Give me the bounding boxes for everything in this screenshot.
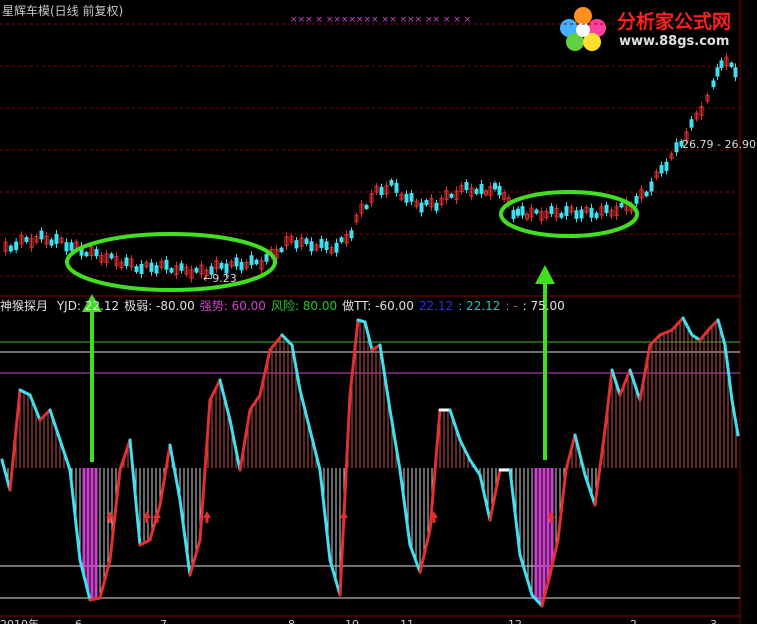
x-axis-label: 8 xyxy=(288,618,295,624)
indicator-legend: 神猴探月 YJD: 22.12 极弱: -80.00 强势: 60.00 风险: 80… xyxy=(0,297,575,313)
x-axis-label: 2010年 xyxy=(0,617,39,624)
indicator-value-4: 做TT: -60.00 xyxy=(342,299,414,313)
indicator-value-1: 极弱: -80.00 xyxy=(124,299,195,313)
annotation-arrow-right xyxy=(535,265,555,460)
indicator-value-8: : 75.00 xyxy=(522,299,565,313)
histogram-bars xyxy=(3,319,737,604)
indicator-value-6: : 22.12 xyxy=(458,299,501,313)
indicator-value-7: : - xyxy=(505,299,518,313)
indicator-name: 神猴探月 xyxy=(0,299,49,313)
x-axis-label: 11 xyxy=(400,618,414,624)
x-axis-label: 3 xyxy=(710,618,717,624)
x-axis-label: 12 xyxy=(508,618,522,624)
candlestick-series xyxy=(3,52,738,283)
x-axis-labels: 2010年 6 7 8 10 11 12 2 3 xyxy=(0,617,717,624)
x-axis-label: 10 xyxy=(345,618,359,624)
annotation-arrow-left xyxy=(82,294,102,462)
indicator-value-5: 22.12 xyxy=(418,299,454,313)
indicator-value-3: 风险: 80.00 xyxy=(270,299,338,313)
x-axis-label: 6 xyxy=(75,618,82,624)
indicator-value-2: 强势: 60.00 xyxy=(199,299,266,313)
low-price-label: ←9.23 xyxy=(203,272,237,285)
signal-markers: ××× × ××××××× ×× ××× ×× × × × xyxy=(290,15,471,25)
x-axis-label: 7 xyxy=(160,618,167,624)
price-range-label: 26.79 - 26.90 xyxy=(682,138,756,151)
indicator-value-0: YJD: 22.12 xyxy=(56,299,120,313)
annotation-ellipse-left xyxy=(65,232,277,292)
x-axis-label: 2 xyxy=(630,618,637,624)
